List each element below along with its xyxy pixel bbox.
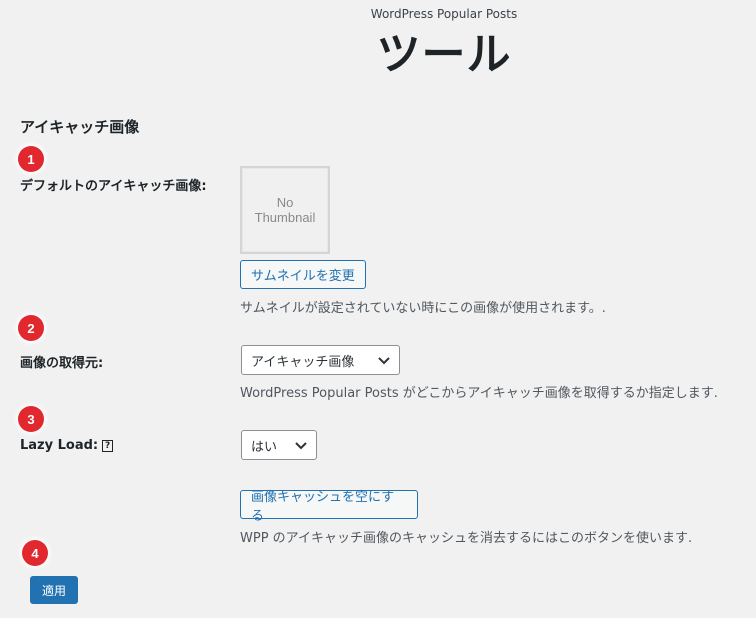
step-badge-1: 1 — [18, 146, 44, 172]
help-icon[interactable]: ? — [102, 440, 114, 452]
default-thumbnail-preview: No Thumbnail — [240, 166, 330, 254]
section-heading: アイキャッチ画像 — [20, 118, 140, 136]
page-title: ツール — [376, 29, 512, 80]
clear-image-cache-button[interactable]: 画像キャッシュを空にする — [240, 490, 418, 524]
apply-button[interactable]: 適用 — [30, 576, 78, 604]
lazy-load-select[interactable]: はい — [241, 430, 317, 460]
image-source-select[interactable]: アイキャッチ画像 — [241, 345, 400, 375]
step-badge-3: 3 — [18, 406, 44, 432]
thumbnail-placeholder-line1: No — [276, 195, 294, 210]
chevron-down-icon — [378, 357, 390, 365]
image-source-label: 画像の取得元: — [20, 356, 104, 371]
lazy-load-label: Lazy Load: — [20, 438, 99, 453]
default-thumbnail-label: デフォルトのアイキャッチ画像: — [20, 179, 207, 194]
lazy-load-selected: はい — [251, 439, 278, 455]
chevron-down-icon — [295, 442, 307, 450]
cache-description: WPP のアイキャッチ画像のキャッシュを消去するにはこのボタンを使います. — [240, 531, 693, 546]
image-source-description: WordPress Popular Posts がどこからアイキャッチ画像を取得… — [240, 386, 718, 401]
step-badge-2: 2 — [18, 315, 44, 341]
lazy-load-label-row: Lazy Load:? — [20, 438, 114, 453]
image-source-selected: アイキャッチ画像 — [251, 354, 355, 370]
default-thumbnail-description: サムネイルが設定されていない時にこの画像が使用されます。. — [240, 301, 606, 316]
thumbnail-placeholder-line2: Thumbnail — [254, 210, 316, 225]
change-thumbnail-button[interactable]: サムネイルを変更 — [240, 260, 366, 289]
step-badge-4: 4 — [22, 540, 48, 566]
